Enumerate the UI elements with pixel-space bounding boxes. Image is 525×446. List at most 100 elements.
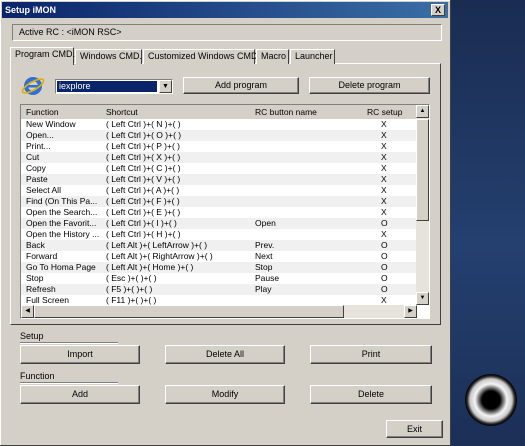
- cell-rc-button-name: Stop: [255, 262, 273, 272]
- cell-function: Open the Search...: [26, 207, 98, 217]
- active-rc-display: Active RC : <iMON RSC>: [12, 24, 442, 41]
- list-item[interactable]: Stop ( Esc )+( )+( ) Pause O: [21, 273, 417, 284]
- add-button[interactable]: Add: [20, 385, 140, 404]
- list-item[interactable]: Forward ( Left Alt )+( RightArrow )+( ) Ne…: [21, 251, 417, 262]
- cell-function: Refresh: [26, 284, 56, 294]
- cell-shortcut: ( Left Alt )+( Home )+( ): [106, 262, 194, 272]
- cell-rc-setup: X: [381, 229, 387, 239]
- list-item[interactable]: New Window ( Left Ctrl )+( N )+( ) X: [21, 119, 417, 130]
- print-button[interactable]: Print: [310, 345, 432, 364]
- cell-function: Back: [26, 240, 45, 250]
- cell-shortcut: ( Left Ctrl )+( V )+( ): [106, 174, 181, 184]
- list-item[interactable]: Refresh ( F5 )+( )+( ) Play O: [21, 284, 417, 295]
- vertical-scrollbar[interactable]: ▲ ▼: [416, 105, 429, 305]
- list-item[interactable]: Open the Search... ( Left Ctrl )+( E )+( …: [21, 207, 417, 218]
- cell-rc-setup: X: [381, 119, 387, 129]
- cell-function: Cut: [26, 152, 40, 162]
- list-item[interactable]: Go To Homa Page ( Left Alt )+( Home )+( )…: [21, 262, 417, 273]
- function-divider: [20, 382, 118, 384]
- scroll-down-icon[interactable]: ▼: [416, 292, 429, 305]
- cell-rc-setup: O: [381, 273, 388, 283]
- column-header-function[interactable]: Function: [26, 105, 59, 119]
- program-select[interactable]: iexplore ▼: [55, 79, 173, 94]
- cell-shortcut: ( Left Alt )+( RightArrow )+( ): [106, 251, 213, 261]
- window-title: Setup iMON: [5, 5, 56, 15]
- cell-rc-button-name: Open: [255, 218, 276, 228]
- import-button[interactable]: Import: [20, 345, 140, 364]
- tab-program-cmd[interactable]: Program CMD.: [10, 47, 75, 65]
- cell-function: New Window: [26, 119, 76, 129]
- list-item[interactable]: Print... ( Left Ctrl )+( P )+( ) X: [21, 141, 417, 152]
- exit-button[interactable]: Exit: [386, 420, 443, 438]
- setup-window: Setup iMON X Active RC : <iMON RSC> Prog…: [0, 0, 451, 446]
- column-header-rc-button-name[interactable]: RC button name: [255, 105, 317, 119]
- cell-function: Open the History ...: [26, 229, 100, 239]
- cell-rc-setup: O: [381, 240, 388, 250]
- scroll-right-icon[interactable]: ▶: [404, 305, 417, 318]
- cell-function: Select All: [26, 185, 61, 195]
- cell-function: Go To Homa Page: [26, 262, 96, 272]
- program-select-value: iexplore: [57, 81, 157, 92]
- list-item[interactable]: Open the Favorit... ( Left Ctrl )+( I )+(…: [21, 218, 417, 229]
- cell-shortcut: ( Left Ctrl )+( O )+( ): [106, 130, 182, 140]
- cell-function: Open the Favorit...: [26, 218, 97, 228]
- cell-function: Stop: [26, 273, 44, 283]
- cell-function: Find (On This Pa...: [26, 196, 98, 206]
- cell-function: Paste: [26, 174, 48, 184]
- cell-function: Print...: [26, 141, 51, 151]
- scroll-left-icon[interactable]: ◀: [21, 305, 34, 318]
- list-item[interactable]: Open the History ... ( Left Ctrl )+( H )+…: [21, 229, 417, 240]
- column-header-rc-setup[interactable]: RC setup: [367, 105, 402, 119]
- list-item[interactable]: Back ( Left Alt )+( LeftArrow )+( ) Prev. O: [21, 240, 417, 251]
- tab-launcher[interactable]: Launcher: [290, 49, 335, 64]
- cell-rc-button-name: Pause: [255, 273, 280, 283]
- cell-rc-setup: X: [381, 163, 387, 173]
- command-list[interactable]: Function Shortcut RC button name RC setu…: [20, 104, 430, 319]
- cell-rc-setup: O: [381, 284, 388, 294]
- modify-button[interactable]: Modify: [165, 385, 285, 404]
- cell-function: Forward: [26, 251, 58, 261]
- cell-rc-setup: X: [381, 185, 387, 195]
- scroll-up-icon[interactable]: ▲: [416, 105, 429, 118]
- add-program-button[interactable]: Add program: [183, 77, 299, 94]
- cell-rc-setup: X: [381, 130, 387, 140]
- cell-rc-setup: O: [381, 262, 388, 272]
- cell-rc-setup: O: [381, 251, 388, 261]
- cell-shortcut: ( Left Ctrl )+( I )+( ): [106, 218, 177, 228]
- cell-rc-button-name: Next: [255, 251, 273, 261]
- delete-program-button[interactable]: Delete program: [309, 77, 430, 94]
- cell-rc-setup: O: [381, 218, 388, 228]
- list-item[interactable]: Open... ( Left Ctrl )+( O )+( ) X: [21, 130, 417, 141]
- list-item[interactable]: Copy ( Left Ctrl )+( C )+( ) X: [21, 163, 417, 174]
- tab-customized-windows-cmd[interactable]: Customized Windows CMD.: [143, 49, 260, 64]
- list-item[interactable]: Select All ( Left Ctrl )+( A )+( ) X: [21, 185, 417, 196]
- cell-shortcut: ( F5 )+( )+( ): [106, 284, 153, 294]
- delete-button[interactable]: Delete: [310, 385, 432, 404]
- cell-shortcut: ( Left Ctrl )+( C )+( ): [106, 163, 181, 173]
- list-item[interactable]: Cut ( Left Ctrl )+( X )+( ) X: [21, 152, 417, 163]
- setup-divider: [20, 342, 118, 344]
- column-header-shortcut[interactable]: Shortcut: [106, 105, 138, 119]
- cell-shortcut: ( Esc )+( )+( ): [106, 273, 157, 283]
- cell-rc-setup: X: [381, 174, 387, 184]
- speaker-icon: [465, 374, 517, 426]
- tab-windows-cmd[interactable]: Windows CMD.: [75, 49, 142, 64]
- list-item[interactable]: Paste ( Left Ctrl )+( V )+( ) X: [21, 174, 417, 185]
- cell-function: Open...: [26, 130, 54, 140]
- cell-function: Copy: [26, 163, 46, 173]
- close-button[interactable]: X: [431, 4, 445, 16]
- cell-shortcut: ( Left Alt )+( LeftArrow )+( ): [106, 240, 208, 250]
- title-bar: Setup iMON X: [2, 2, 448, 18]
- cell-shortcut: ( Left Ctrl )+( H )+( ): [106, 229, 181, 239]
- tab-macro[interactable]: Macro: [256, 49, 289, 64]
- cell-shortcut: ( Left Ctrl )+( X )+( ): [106, 152, 181, 162]
- cell-rc-setup: X: [381, 196, 387, 206]
- delete-all-button[interactable]: Delete All: [165, 345, 285, 364]
- cell-shortcut: ( Left Ctrl )+( F )+( ): [106, 196, 180, 206]
- list-item[interactable]: Find (On This Pa... ( Left Ctrl )+( F )+(…: [21, 196, 417, 207]
- chevron-down-icon[interactable]: ▼: [159, 80, 172, 93]
- horizontal-scroll-thumb[interactable]: [34, 305, 344, 318]
- cell-rc-button-name: Prev.: [255, 240, 275, 250]
- vertical-scroll-thumb[interactable]: [416, 119, 429, 221]
- horizontal-scrollbar[interactable]: ◀ ▶: [21, 305, 417, 318]
